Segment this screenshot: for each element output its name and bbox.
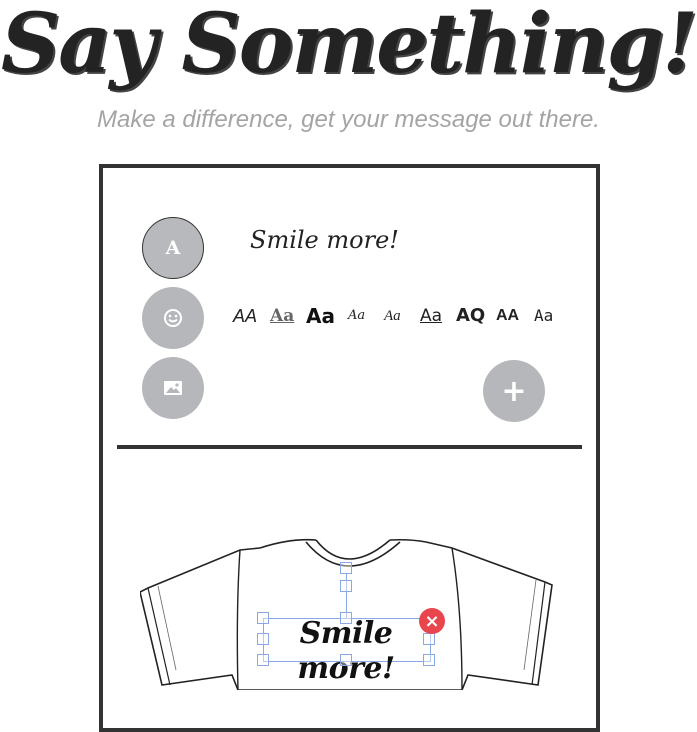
resize-handle[interactable] <box>257 633 269 645</box>
font-option[interactable]: Aa <box>534 300 553 332</box>
resize-handle[interactable] <box>340 580 352 592</box>
font-option[interactable]: AA <box>233 300 257 332</box>
image-tool-button[interactable] <box>142 357 204 419</box>
font-option[interactable]: Aa <box>420 300 442 332</box>
resize-handle[interactable] <box>257 612 269 624</box>
page-subtitle: Make a difference, get your message out … <box>97 106 600 133</box>
resize-handle[interactable] <box>423 654 435 666</box>
resize-handle[interactable] <box>257 654 269 666</box>
resize-handle[interactable] <box>340 612 352 624</box>
font-option[interactable]: Aa <box>348 300 365 332</box>
canvas-text[interactable]: Smile more! <box>258 616 434 686</box>
font-selector: AA Aa Aa Aa Aa Aa AQ AA Aa <box>230 300 555 332</box>
font-option[interactable]: Aa <box>384 300 401 332</box>
panel-divider <box>117 445 582 449</box>
font-option[interactable]: Aa <box>306 300 335 332</box>
text-preview[interactable]: Smile more! <box>250 226 399 254</box>
text-tool-button[interactable]: A <box>142 217 204 279</box>
page-title: Say Something! <box>1 0 697 92</box>
smiley-icon <box>164 309 182 327</box>
font-option[interactable]: AQ <box>456 300 485 332</box>
rotate-handle[interactable] <box>340 562 352 574</box>
font-option[interactable]: Aa <box>270 300 294 332</box>
resize-handle[interactable] <box>423 633 435 645</box>
emoji-tool-button[interactable] <box>142 287 204 349</box>
delete-element-button[interactable]: × <box>419 608 445 634</box>
text-icon: A <box>165 237 181 259</box>
resize-handle[interactable] <box>340 654 352 666</box>
image-icon <box>164 381 182 395</box>
font-option[interactable]: AA <box>496 300 519 332</box>
add-text-button[interactable]: + <box>483 360 545 422</box>
